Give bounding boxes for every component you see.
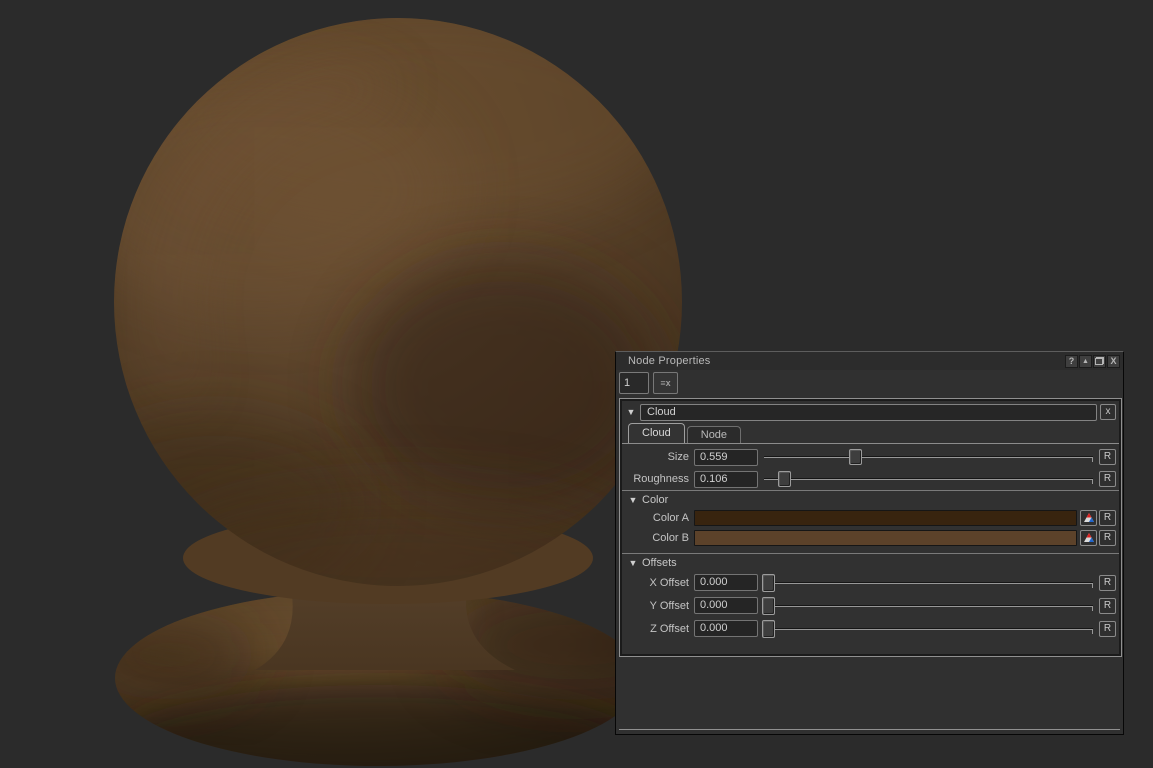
roughness-row: Roughness 0.106 R	[622, 468, 1119, 490]
y-offset-reset-button[interactable]: R	[1099, 598, 1116, 614]
size-reset-button[interactable]: R	[1099, 449, 1116, 465]
color-group-label: Color	[642, 494, 668, 506]
x-offset-reset-button[interactable]: R	[1099, 575, 1116, 591]
y-offset-label: Y Offset	[622, 600, 694, 612]
window-bottom-bevel	[619, 729, 1120, 730]
color-b-picker-button[interactable]	[1080, 530, 1097, 546]
z-offset-row: Z Offset 0.000 R	[622, 617, 1119, 640]
y-offset-row: Y Offset 0.000 R	[622, 594, 1119, 617]
color-picker-icon	[1084, 513, 1094, 523]
color-a-label: Color A	[622, 512, 694, 524]
edit-button[interactable]: ≡x	[653, 372, 678, 394]
color-picker-icon	[1084, 533, 1094, 543]
node-tabs: Cloud Node	[622, 423, 1119, 444]
size-input[interactable]: 0.559	[694, 449, 758, 466]
y-offset-slider-handle[interactable]	[762, 597, 775, 615]
z-offset-slider-handle[interactable]	[762, 620, 775, 638]
x-offset-slider[interactable]	[762, 574, 1095, 592]
z-offset-slider[interactable]	[762, 620, 1095, 638]
color-b-swatch[interactable]	[694, 530, 1077, 546]
node-header: ▼ Cloud x	[622, 401, 1119, 423]
roughness-label: Roughness	[622, 473, 694, 485]
size-slider-handle[interactable]	[849, 449, 862, 465]
x-offset-row: X Offset 0.000 R	[622, 571, 1119, 594]
color-b-row: Color B R	[622, 528, 1119, 548]
color-a-reset-button[interactable]: R	[1099, 510, 1116, 526]
index-input[interactable]: 1	[619, 372, 649, 394]
restore-icon[interactable]	[1093, 355, 1106, 368]
x-offset-input[interactable]: 0.000	[694, 574, 758, 591]
size-row: Size 0.559 R	[622, 446, 1119, 468]
preview-sphere	[65, 0, 685, 630]
color-a-picker-button[interactable]	[1080, 510, 1097, 526]
z-offset-reset-button[interactable]: R	[1099, 621, 1116, 637]
offsets-collapse-icon[interactable]: ▼	[628, 558, 638, 568]
panel-toolbar: 1 ≡x	[616, 370, 1123, 398]
color-group-header[interactable]: ▼ Color	[622, 490, 1119, 508]
node-collapse-icon[interactable]: ▼	[625, 407, 637, 417]
tab-node[interactable]: Node	[687, 426, 741, 443]
node-panel: ▼ Cloud x Cloud Node Size 0.559 R Rou	[619, 398, 1122, 657]
z-offset-label: Z Offset	[622, 623, 694, 635]
close-icon[interactable]: X	[1107, 355, 1120, 368]
window-controls: ? ▲ X	[1065, 355, 1120, 368]
roughness-reset-button[interactable]: R	[1099, 471, 1116, 487]
offsets-group-label: Offsets	[642, 557, 677, 569]
window-titlebar[interactable]: Node Properties ? ▲ X	[616, 352, 1123, 370]
color-b-label: Color B	[622, 532, 694, 544]
color-a-swatch[interactable]	[694, 510, 1077, 526]
x-offset-label: X Offset	[622, 577, 694, 589]
rollup-icon[interactable]: ▲	[1079, 355, 1092, 368]
size-slider[interactable]	[762, 448, 1095, 466]
x-offset-slider-handle[interactable]	[762, 574, 775, 592]
color-b-reset-button[interactable]: R	[1099, 530, 1116, 546]
node-properties-window: Node Properties ? ▲ X 1 ≡x ▼ Cloud x Clo…	[615, 351, 1124, 735]
y-offset-input[interactable]: 0.000	[694, 597, 758, 614]
y-offset-slider[interactable]	[762, 597, 1095, 615]
list-edit-icon: ≡x	[660, 378, 670, 388]
color-collapse-icon[interactable]: ▼	[628, 495, 638, 505]
z-offset-input[interactable]: 0.000	[694, 620, 758, 637]
color-a-row: Color A R	[622, 508, 1119, 528]
offsets-group-header[interactable]: ▼ Offsets	[622, 553, 1119, 571]
roughness-slider[interactable]	[762, 470, 1095, 488]
size-label: Size	[622, 451, 694, 463]
tab-cloud[interactable]: Cloud	[628, 423, 685, 443]
node-remove-button[interactable]: x	[1100, 404, 1116, 420]
roughness-slider-handle[interactable]	[778, 471, 791, 487]
node-name-field[interactable]: Cloud	[640, 404, 1097, 421]
roughness-input[interactable]: 0.106	[694, 471, 758, 488]
help-icon[interactable]: ?	[1065, 355, 1078, 368]
window-title: Node Properties	[628, 355, 711, 367]
